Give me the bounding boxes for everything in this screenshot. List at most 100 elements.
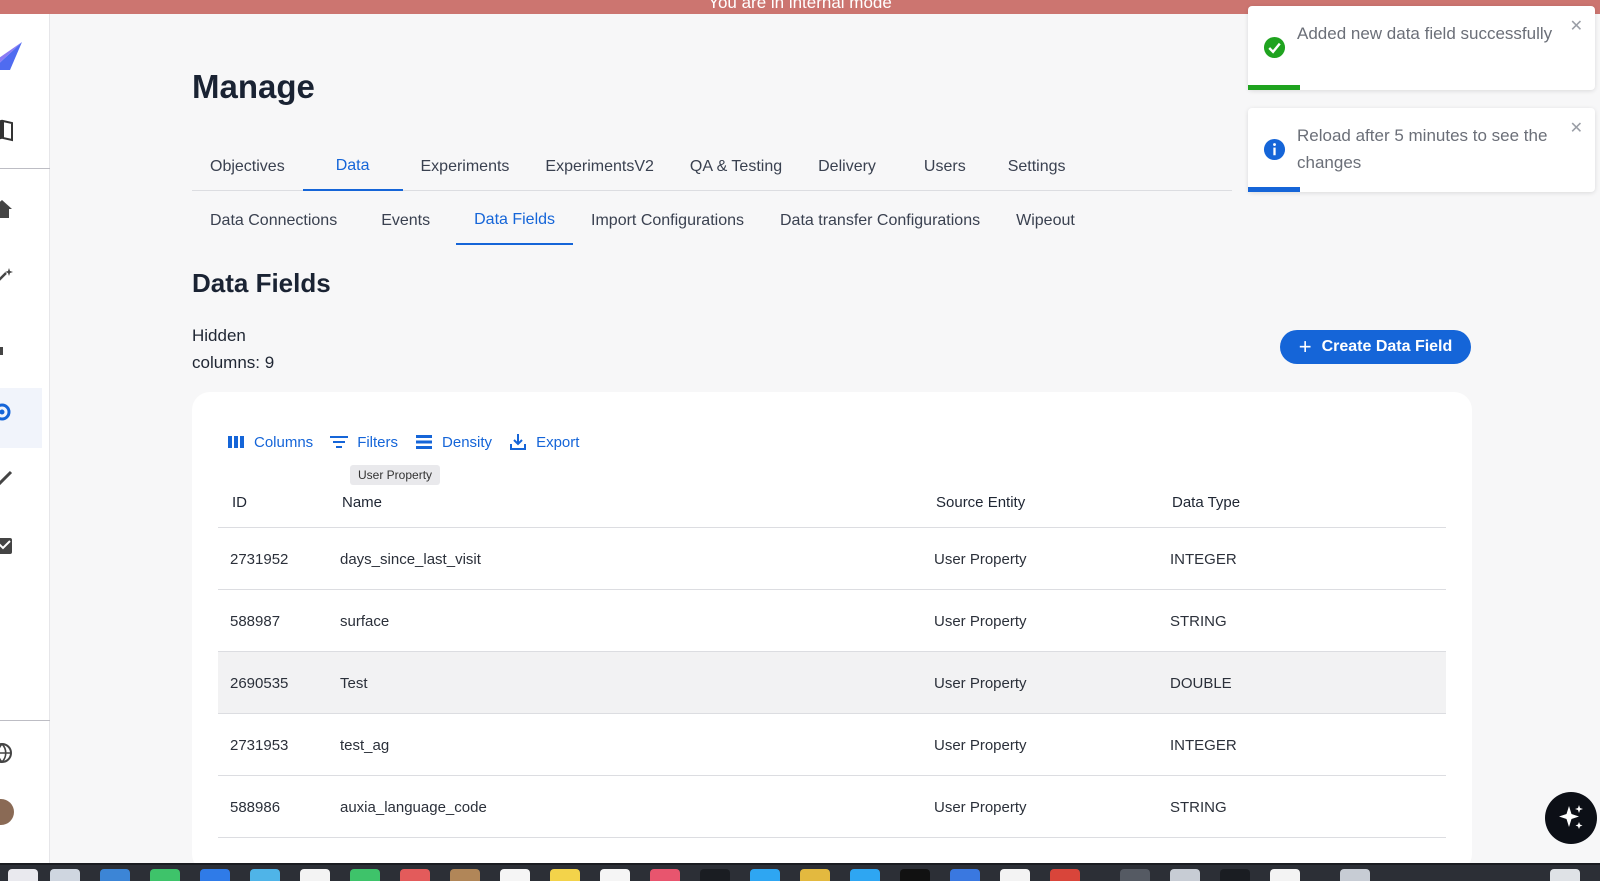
columns-label: Columns (254, 433, 314, 451)
dock-app-icon[interactable] (50, 869, 80, 881)
main-tabs: Objectives Data Experiments ExperimentsV… (192, 142, 1232, 191)
density-button[interactable]: Density (414, 432, 492, 452)
column-header-data-type[interactable]: Data Type (1172, 476, 1240, 528)
subtab-import-configurations[interactable]: Import Configurations (573, 197, 762, 245)
cell-data-type: STRING (1170, 612, 1227, 630)
tab-experiments[interactable]: Experiments (403, 142, 528, 191)
dock-app-icon[interactable] (650, 869, 680, 881)
subtab-data-fields[interactable]: Data Fields (456, 197, 574, 245)
table-row[interactable]: 2690535 Test User Property DOUBLE (218, 652, 1446, 714)
cell-source-entity: User Property (934, 736, 1027, 754)
dock-app-icon[interactable] (1340, 869, 1370, 881)
cell-id: 2731953 (230, 736, 289, 754)
download-icon (510, 434, 527, 450)
cell-name: surface (340, 612, 390, 630)
dock-app-icon[interactable] (150, 869, 180, 881)
assistant-fab[interactable] (1545, 792, 1597, 844)
filters-button[interactable]: Filters (329, 432, 398, 452)
cell-id: 588987 (230, 612, 281, 630)
bar-chart-icon[interactable] (0, 333, 14, 357)
dock-app-icon[interactable] (1050, 869, 1080, 881)
export-label: Export (536, 433, 580, 451)
magic-wand-icon[interactable] (0, 265, 14, 289)
filters-label: Filters (357, 433, 399, 451)
logo-icon[interactable] (0, 40, 22, 70)
cell-source-entity: User Property (934, 612, 1027, 630)
subtab-data-connections[interactable]: Data Connections (192, 197, 363, 245)
globe-icon[interactable] (0, 741, 14, 765)
cell-id: 2690535 (230, 674, 289, 692)
table-row[interactable]: 588986 auxia_language_code User Property… (218, 776, 1446, 838)
close-icon[interactable]: ✕ (1570, 118, 1583, 138)
create-data-field-label: Create Data Field (1321, 338, 1453, 355)
dock-app-icon[interactable] (1170, 869, 1200, 881)
table-row[interactable]: 588987 surface User Property STRING (218, 590, 1446, 652)
dock-app-icon[interactable] (550, 869, 580, 881)
cell-source-entity: User Property (934, 798, 1027, 816)
dock-trash-icon[interactable] (1550, 869, 1580, 881)
dock-app-icon[interactable] (450, 869, 480, 881)
column-header-source-entity[interactable]: Source Entity (936, 476, 1025, 528)
data-fields-table: ID Name Source Entity Data Type 2731952 … (218, 476, 1446, 838)
subtab-data-transfer-configurations[interactable]: Data transfer Configurations (762, 197, 998, 245)
sparkle-icon (1559, 805, 1583, 829)
create-data-field-button[interactable]: + Create Data Field (1280, 330, 1471, 364)
dock-app-icon[interactable] (900, 869, 930, 881)
toast-message: Added new data field successfully (1297, 24, 1553, 43)
density-label: Density (442, 433, 493, 451)
banner-text: You are in internal mode (708, 0, 892, 12)
dock-app-icon[interactable] (200, 869, 230, 881)
cell-data-type: DOUBLE (1170, 674, 1232, 692)
dock-app-icon[interactable] (350, 869, 380, 881)
tab-experimentsv2[interactable]: ExperimentsV2 (527, 142, 672, 191)
close-icon[interactable]: ✕ (1570, 16, 1583, 36)
subtab-wipeout[interactable]: Wipeout (998, 197, 1093, 245)
dock-app-icon[interactable] (500, 869, 530, 881)
dock-app-icon[interactable] (8, 869, 38, 881)
plus-icon: + (1298, 334, 1312, 359)
dock-app-icon[interactable] (250, 869, 280, 881)
dock-app-icon[interactable] (700, 869, 730, 881)
dock-app-icon[interactable] (1120, 869, 1150, 881)
table-row[interactable]: 2731953 test_ag User Property INTEGER (218, 714, 1446, 776)
hidden-columns-count: Hidden columns: 9 (192, 326, 275, 372)
dock-app-icon[interactable] (400, 869, 430, 881)
tab-delivery[interactable]: Delivery (800, 142, 900, 191)
tab-users[interactable]: Users (900, 142, 990, 191)
dock-app-icon[interactable] (100, 869, 130, 881)
cell-id: 2731952 (230, 550, 289, 568)
home-icon[interactable] (0, 197, 14, 221)
cell-data-type: STRING (1170, 798, 1227, 816)
check-circle-icon (1263, 36, 1286, 59)
tab-objectives[interactable]: Objectives (192, 142, 303, 191)
column-header-id[interactable]: ID (232, 476, 247, 528)
dock-app-icon[interactable] (300, 869, 330, 881)
tab-settings[interactable]: Settings (990, 142, 1084, 191)
check-sparkle-icon[interactable] (0, 466, 14, 490)
gear-icon[interactable] (0, 400, 14, 424)
tab-data[interactable]: Data (302, 142, 403, 191)
subtab-events[interactable]: Events (363, 197, 456, 245)
cell-name: auxia_language_code (340, 798, 487, 816)
dock-app-icon[interactable] (850, 869, 880, 881)
page-title: Manage (192, 68, 315, 105)
dock-app-icon[interactable] (1220, 869, 1250, 881)
dock-app-icon[interactable] (750, 869, 780, 881)
dock-app-icon[interactable] (800, 869, 830, 881)
dock-app-icon[interactable] (600, 869, 630, 881)
export-button[interactable]: Export (508, 432, 579, 452)
cell-source-entity: User Property (934, 674, 1027, 692)
cell-tooltip: User Property (350, 465, 441, 485)
avatar[interactable] (0, 799, 14, 825)
toast-message: Reload after 5 minutes to see the change… (1297, 126, 1548, 172)
dock-app-icon[interactable] (1000, 869, 1030, 881)
dock-app-icon[interactable] (950, 869, 980, 881)
columns-button[interactable]: Columns (226, 432, 313, 452)
toast-progress-bar (1248, 187, 1300, 192)
table-row[interactable]: 2731952 days_since_last_visit User Prope… (218, 528, 1446, 590)
grid-toolbar: Columns Filters Density Export (226, 432, 579, 452)
book-icon[interactable] (0, 118, 14, 142)
image-chart-icon[interactable] (0, 534, 14, 558)
tab-qa-testing[interactable]: QA & Testing (672, 142, 800, 191)
dock-app-icon[interactable] (1270, 869, 1300, 881)
